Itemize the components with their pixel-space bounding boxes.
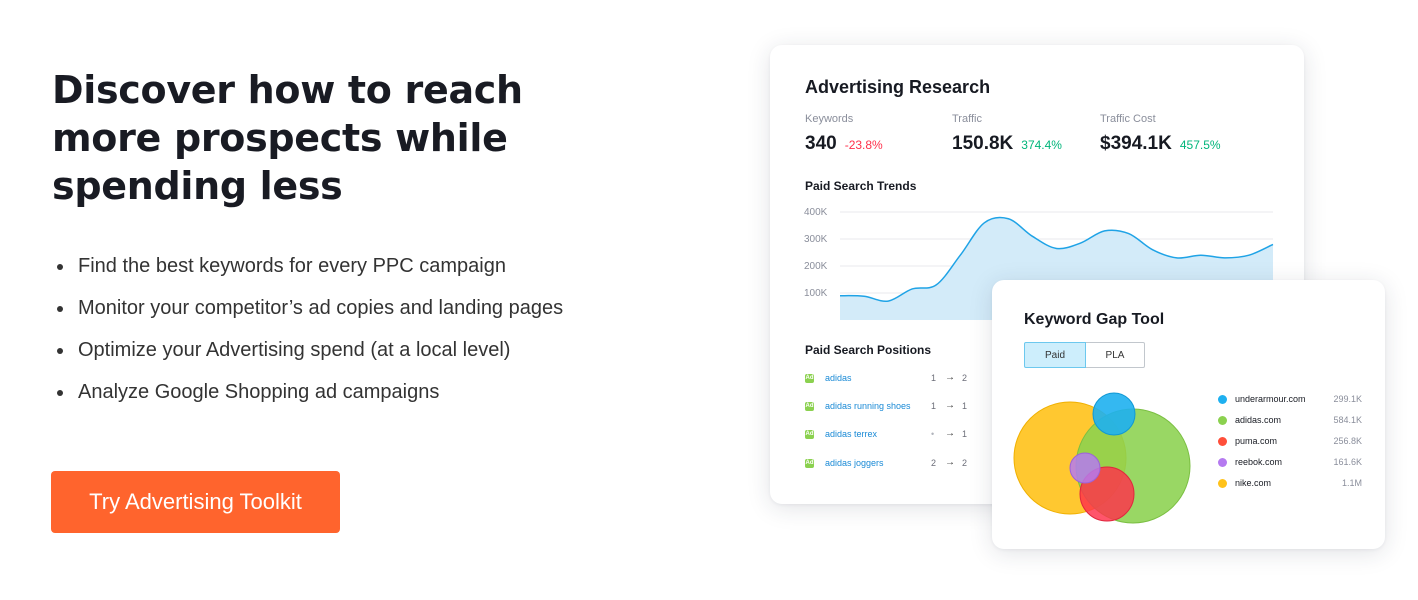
keyword-link[interactable]: adidas terrex xyxy=(825,429,877,439)
feature-item: Optimize your Advertising spend (at a lo… xyxy=(52,334,572,366)
legend-domain: puma.com xyxy=(1235,436,1278,446)
position-from: 2 xyxy=(931,458,937,468)
arrow-right-icon: → xyxy=(945,457,955,468)
venn-diagram xyxy=(1013,392,1191,524)
metric-keywords: Keywords 340 -23.8% xyxy=(805,113,883,155)
card-title: Advertising Research xyxy=(805,77,991,97)
metric-traffic-cost: Traffic Cost $394.1K 457.5% xyxy=(1100,113,1221,155)
metric-label: Traffic Cost xyxy=(1100,113,1156,125)
metric-label: Keywords xyxy=(805,113,854,125)
legend-value: 161.6K xyxy=(1333,457,1362,467)
metric-change: -23.8% xyxy=(844,138,883,152)
legend-dot-icon xyxy=(1218,479,1227,488)
venn-circle-underarmour xyxy=(1092,392,1136,436)
keyword-gap-card: Keyword Gap Tool Paid PLA underarmour.co… xyxy=(992,280,1385,549)
metric-value: 340 xyxy=(805,133,837,154)
legend-value: 1.1M xyxy=(1341,478,1362,488)
keyword-link[interactable]: adidas xyxy=(825,373,852,383)
gap-legend: underarmour.com 299.1K adidas.com 584.1K… xyxy=(1218,393,1362,498)
position-to: 1 xyxy=(962,429,968,439)
position-from: 1 xyxy=(931,401,937,411)
ad-badge-icon: Ad xyxy=(805,402,814,411)
legend-domain: adidas.com xyxy=(1235,415,1282,425)
hero-section: Discover how to reach more prospects whi… xyxy=(52,66,612,418)
ad-badge-icon: Ad xyxy=(805,374,814,383)
legend-value: 299.1K xyxy=(1333,394,1362,404)
metric-traffic: Traffic 150.8K 374.4% xyxy=(952,113,1062,155)
ad-badge-icon: Ad xyxy=(805,459,814,468)
metric-label: Traffic xyxy=(952,113,982,125)
feature-item: Find the best keywords for every PPC cam… xyxy=(52,250,572,282)
feature-item: Monitor your competitor’s ad copies and … xyxy=(52,292,572,324)
gap-tabs: Paid PLA xyxy=(1024,342,1145,368)
legend-dot-icon xyxy=(1218,458,1227,467)
y-tick-label: 200K xyxy=(804,261,828,272)
position-row: Ad adidas 1 → 2 xyxy=(805,372,1005,388)
metric-value: $394.1K xyxy=(1100,133,1172,154)
position-row: Ad adidas running shoes 1 → 1 xyxy=(805,400,1005,416)
legend-dot-icon xyxy=(1218,395,1227,404)
paid-search-trends-title: Paid Search Trends xyxy=(805,179,917,193)
y-tick-label: 300K xyxy=(804,234,828,245)
arrow-right-icon: → xyxy=(945,400,955,411)
tab-paid[interactable]: Paid xyxy=(1024,342,1086,368)
try-advertising-toolkit-button[interactable]: Try Advertising Toolkit xyxy=(51,471,340,533)
keyword-link[interactable]: adidas running shoes xyxy=(825,401,911,411)
metric-value: 150.8K xyxy=(952,133,1014,154)
paid-search-positions-title: Paid Search Positions xyxy=(805,343,932,357)
position-to: 2 xyxy=(962,458,968,468)
legend-item: adidas.com 584.1K xyxy=(1218,414,1362,435)
legend-value: 584.1K xyxy=(1333,415,1362,425)
legend-domain: nike.com xyxy=(1235,478,1272,488)
position-to: 1 xyxy=(962,401,968,411)
position-to: 2 xyxy=(962,373,968,383)
ad-badge-icon: Ad xyxy=(805,430,814,439)
legend-dot-icon xyxy=(1218,437,1227,446)
hero-headline: Discover how to reach more prospects whi… xyxy=(52,68,523,208)
legend-domain: underarmour.com xyxy=(1235,394,1306,404)
position-from: 1 xyxy=(931,373,937,383)
metric-change: 374.4% xyxy=(1021,138,1062,152)
arrow-right-icon: → xyxy=(945,428,955,439)
legend-dot-icon xyxy=(1218,416,1227,425)
position-row: Ad adidas terrex • → 1 xyxy=(805,428,1005,444)
feature-item: Analyze Google Shopping ad campaigns xyxy=(52,376,572,408)
position-from: • xyxy=(931,429,935,439)
feature-list: Find the best keywords for every PPC cam… xyxy=(52,250,612,408)
legend-item: underarmour.com 299.1K xyxy=(1218,393,1362,414)
metric-change: 457.5% xyxy=(1179,138,1221,152)
arrow-right-icon: → xyxy=(945,372,955,383)
card-title: Keyword Gap Tool xyxy=(1024,311,1165,328)
legend-item: nike.com 1.1M xyxy=(1218,477,1362,498)
legend-domain: reebok.com xyxy=(1235,457,1283,467)
keyword-link[interactable]: adidas joggers xyxy=(825,458,884,468)
position-row: Ad adidas joggers 2 → 2 xyxy=(805,457,1005,473)
legend-value: 256.8K xyxy=(1333,436,1362,446)
venn-circle-reebok xyxy=(1069,452,1101,484)
y-tick-label: 400K xyxy=(804,207,828,218)
legend-item: puma.com 256.8K xyxy=(1218,435,1362,456)
legend-item: reebok.com 161.6K xyxy=(1218,456,1362,477)
y-tick-label: 100K xyxy=(804,288,828,299)
tab-pla[interactable]: PLA xyxy=(1086,342,1145,368)
